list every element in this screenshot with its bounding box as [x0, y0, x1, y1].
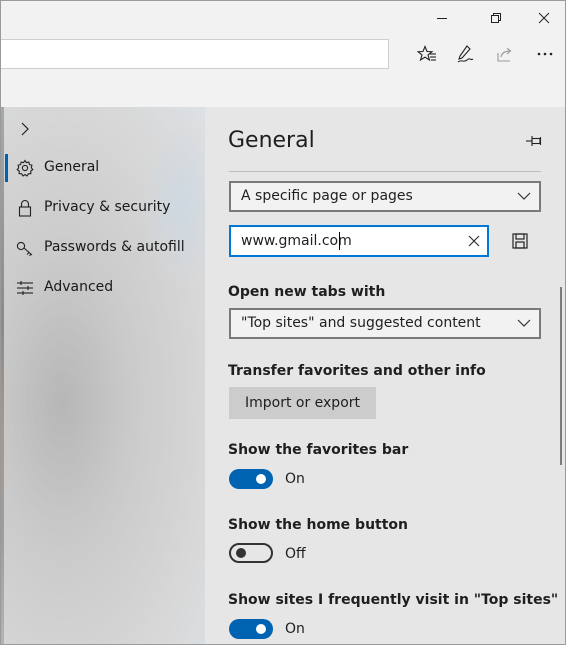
- chevron-down-icon: [517, 192, 531, 200]
- home-button-label: Show the home button: [228, 517, 409, 533]
- nav-item-privacy-security[interactable]: Privacy & security: [1, 188, 205, 228]
- select-value: "Top sites" and suggested content: [241, 315, 481, 331]
- text-caret: [339, 232, 340, 250]
- home-button-toggle[interactable]: [229, 543, 273, 563]
- key-icon: [15, 239, 35, 257]
- close-button[interactable]: [521, 1, 565, 35]
- new-tabs-label: Open new tabs with: [228, 284, 386, 300]
- save-icon[interactable]: [510, 231, 530, 251]
- restore-button[interactable]: [473, 1, 519, 35]
- title-bar: [1, 1, 565, 35]
- notes-pen-button[interactable]: [447, 39, 483, 69]
- settings-panel: General A specific page or pages www.gma…: [205, 107, 565, 644]
- nav-item-label: Privacy & security: [44, 199, 171, 215]
- more-button[interactable]: [527, 39, 563, 69]
- settings-nav: General Privacy & security Passwords & a…: [1, 107, 205, 644]
- nav-item-passwords-autofill[interactable]: Passwords & autofill: [1, 228, 205, 268]
- sliders-icon: [15, 279, 35, 297]
- nav-expand-button[interactable]: [13, 117, 37, 141]
- more-icon: [537, 52, 553, 56]
- gear-icon: [15, 159, 35, 177]
- favorites-bar-toggle[interactable]: [229, 469, 273, 489]
- chevron-down-icon: [517, 319, 531, 327]
- nav-item-label: Advanced: [44, 279, 114, 295]
- browser-window: General Privacy & security Passwords & a…: [0, 0, 566, 645]
- home-button-state: Off: [285, 546, 306, 562]
- favorites-star-icon: [417, 45, 436, 62]
- new-tabs-select[interactable]: "Top sites" and suggested content: [229, 308, 541, 339]
- close-icon: [538, 12, 550, 24]
- nav-item-label: General: [44, 159, 100, 175]
- lock-icon: [15, 199, 35, 217]
- browser-toolbar: [1, 35, 565, 73]
- page-area: [1, 73, 565, 107]
- address-bar[interactable]: [1, 39, 389, 69]
- pin-button[interactable]: [523, 130, 545, 152]
- favorites-bar-label: Show the favorites bar: [228, 442, 409, 458]
- pen-icon: [457, 45, 474, 63]
- favorites-star-button[interactable]: [409, 39, 445, 69]
- minimize-icon: [437, 18, 447, 19]
- nav-item-label: Passwords & autofill: [44, 239, 185, 255]
- nav-item-advanced[interactable]: Advanced: [1, 268, 205, 308]
- select-value: A specific page or pages: [241, 188, 413, 204]
- startup-pages-select[interactable]: A specific page or pages: [229, 181, 541, 212]
- minimize-button[interactable]: [419, 1, 465, 35]
- import-export-button[interactable]: Import or export: [229, 387, 376, 419]
- url-value: www.gmail.com: [241, 233, 352, 249]
- panel-title: General: [228, 128, 315, 153]
- startup-url-input[interactable]: www.gmail.com: [229, 225, 489, 257]
- nav-item-general[interactable]: General: [1, 148, 205, 188]
- chevron-right-icon: [21, 122, 29, 136]
- pin-icon: [526, 136, 542, 146]
- selection-indicator: [5, 154, 8, 182]
- clear-icon[interactable]: [467, 234, 481, 248]
- divider: [229, 171, 541, 172]
- top-sites-label: Show sites I frequently visit in "Top si…: [228, 592, 559, 608]
- panel-scrollbar[interactable]: [560, 287, 562, 465]
- share-button[interactable]: [487, 39, 523, 69]
- top-sites-state: On: [285, 621, 305, 637]
- share-icon: [497, 47, 512, 62]
- favorites-bar-state: On: [285, 471, 305, 487]
- transfer-label: Transfer favorites and other info: [228, 363, 486, 379]
- top-sites-toggle[interactable]: [229, 619, 273, 639]
- restore-icon: [491, 13, 501, 23]
